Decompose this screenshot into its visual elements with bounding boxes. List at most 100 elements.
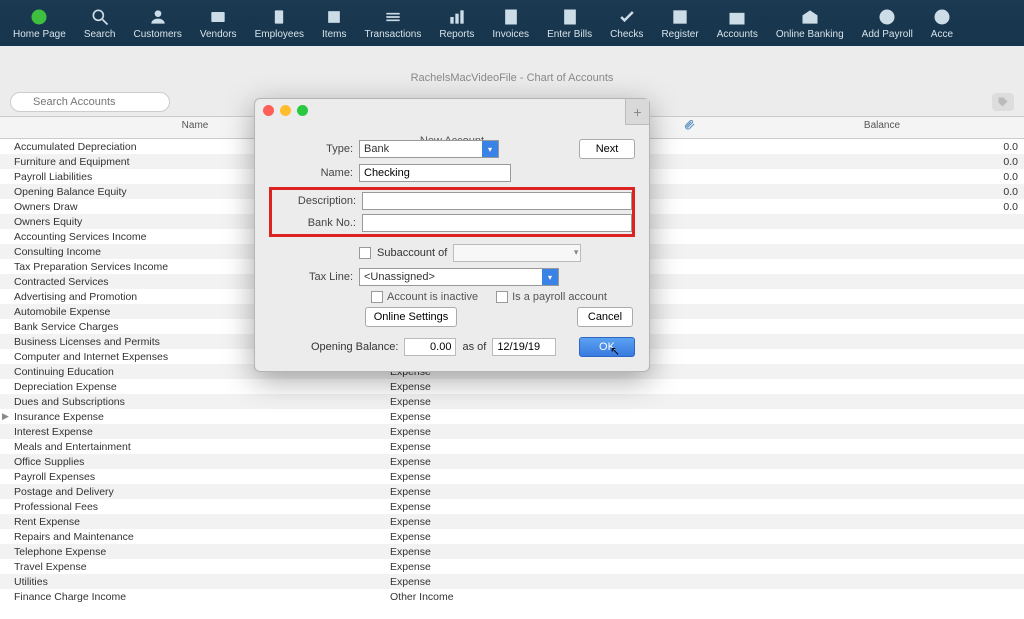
taxline-select[interactable]: <Unassigned> ▾ <box>359 268 559 286</box>
account-type: Expense <box>390 471 640 483</box>
toolbar-employees[interactable]: Employees <box>246 5 313 42</box>
invoices-icon <box>501 7 521 27</box>
transactions-icon <box>383 7 403 27</box>
table-row[interactable]: ▶Insurance ExpenseExpense <box>0 409 1024 424</box>
main-toolbar: Home PageSearchCustomersVendorsEmployees… <box>0 0 1024 46</box>
toolbar-addpayroll[interactable]: Add Payroll <box>853 5 922 42</box>
cancel-button[interactable]: Cancel <box>577 307 633 327</box>
cursor-icon: ↖ <box>610 344 620 358</box>
inactive-checkbox[interactable] <box>371 291 383 303</box>
account-type: Expense <box>390 486 640 498</box>
account-type: Expense <box>390 516 640 528</box>
table-row[interactable]: Dues and SubscriptionsExpense <box>0 394 1024 409</box>
toolbar-search[interactable]: Search <box>75 5 125 42</box>
table-row[interactable]: Depreciation ExpenseExpense <box>0 379 1024 394</box>
highlighted-fields: Description: Bank No.: <box>269 187 635 237</box>
register-icon <box>670 7 690 27</box>
vendors-icon <box>208 7 228 27</box>
account-type: Expense <box>390 576 640 588</box>
subaccount-label: Subaccount of <box>371 247 453 259</box>
description-input[interactable] <box>362 192 632 210</box>
name-input[interactable] <box>359 164 511 182</box>
table-row[interactable]: Interest ExpenseExpense <box>0 424 1024 439</box>
account-name: Depreciation Expense <box>0 381 390 393</box>
bankno-label: Bank No.: <box>272 217 362 229</box>
table-row[interactable]: Office SuppliesExpense <box>0 454 1024 469</box>
table-row[interactable]: Rent ExpenseExpense <box>0 514 1024 529</box>
asof-label: as of <box>462 341 486 353</box>
account-balance: 0.0 <box>740 201 1024 213</box>
toolbar-items[interactable]: Items <box>313 5 355 42</box>
subaccount-checkbox[interactable] <box>359 247 371 259</box>
account-balance: 0.0 <box>740 171 1024 183</box>
account-type: Expense <box>390 411 640 423</box>
search-input[interactable] <box>10 92 170 112</box>
account-name: Office Supplies <box>0 456 390 468</box>
taxline-label: Tax Line: <box>269 271 359 283</box>
account-type: Expense <box>390 426 640 438</box>
toolbar-home[interactable]: Home Page <box>4 5 75 42</box>
column-attach[interactable] <box>640 117 740 138</box>
toolbar-checks[interactable]: Checks <box>601 5 652 42</box>
account-type: Expense <box>390 441 640 453</box>
opening-balance-input[interactable] <box>404 338 456 356</box>
account-name: Dues and Subscriptions <box>0 396 390 408</box>
account-name: Meals and Entertainment <box>0 441 390 453</box>
asof-date-input[interactable] <box>492 338 556 356</box>
payroll-label: Is a payroll account <box>512 291 607 303</box>
account-type: Other Income <box>390 591 640 603</box>
table-row[interactable]: Payroll ExpensesExpense <box>0 469 1024 484</box>
toolbar-enterbills[interactable]: Enter Bills <box>538 5 601 42</box>
maximize-icon[interactable] <box>297 105 308 116</box>
chevron-down-icon: ▾ <box>574 247 579 258</box>
description-label: Description: <box>272 195 362 207</box>
toolbar-invoices[interactable]: Invoices <box>483 5 538 42</box>
online-settings-button[interactable]: Online Settings <box>365 307 457 327</box>
table-row[interactable]: Telephone ExpenseExpense <box>0 544 1024 559</box>
account-name: Interest Expense <box>0 426 390 438</box>
subaccount-select[interactable]: ▾ <box>453 244 581 262</box>
table-row[interactable]: Travel ExpenseExpense <box>0 559 1024 574</box>
account-name: Rent Expense <box>0 516 390 528</box>
account-name: Telephone Expense <box>0 546 390 558</box>
onlinebanking-icon <box>800 7 820 27</box>
new-account-dialog: + New Account Type: Bank ▾ Next Name: De… <box>254 98 650 372</box>
close-icon[interactable] <box>263 105 274 116</box>
toolbar-onlinebanking[interactable]: Online Banking <box>767 5 853 42</box>
account-type: Expense <box>390 501 640 513</box>
table-row[interactable]: Postage and DeliveryExpense <box>0 484 1024 499</box>
column-balance[interactable]: Balance <box>740 117 1024 138</box>
account-type: Expense <box>390 381 640 393</box>
account-name: Utilities <box>0 576 390 588</box>
window-title: RachelsMacVideoFile - Chart of Accounts <box>0 66 1024 88</box>
table-row[interactable]: Meals and EntertainmentExpense <box>0 439 1024 454</box>
acce-icon <box>932 7 952 27</box>
minimize-icon[interactable] <box>280 105 291 116</box>
toolbar-vendors[interactable]: Vendors <box>191 5 246 42</box>
items-icon <box>324 7 344 27</box>
table-row[interactable]: Professional FeesExpense <box>0 499 1024 514</box>
bankno-input[interactable] <box>362 214 632 232</box>
account-type: Expense <box>390 396 640 408</box>
table-row[interactable]: Finance Charge IncomeOther Income <box>0 589 1024 604</box>
payroll-checkbox[interactable] <box>496 291 508 303</box>
account-name: Professional Fees <box>0 501 390 513</box>
account-type: Expense <box>390 561 640 573</box>
toolbar-acce[interactable]: Acce <box>922 5 962 42</box>
tag-icon[interactable] <box>992 93 1014 111</box>
account-name: ▶Insurance Expense <box>0 411 390 423</box>
table-row[interactable]: UtilitiesExpense <box>0 574 1024 589</box>
checks-icon <box>617 7 637 27</box>
chevron-down-icon: ▾ <box>542 269 558 285</box>
search-icon <box>90 7 110 27</box>
type-select[interactable]: Bank ▾ <box>359 140 499 158</box>
account-name: Repairs and Maintenance <box>0 531 390 543</box>
toolbar-register[interactable]: Register <box>652 5 707 42</box>
toolbar-accounts[interactable]: Accounts <box>708 5 767 42</box>
toolbar-transactions[interactable]: Transactions <box>355 5 430 42</box>
ok-button[interactable]: OK ↖ <box>579 337 635 357</box>
toolbar-reports[interactable]: Reports <box>430 5 483 42</box>
customers-icon <box>148 7 168 27</box>
toolbar-customers[interactable]: Customers <box>125 5 191 42</box>
table-row[interactable]: Repairs and MaintenanceExpense <box>0 529 1024 544</box>
